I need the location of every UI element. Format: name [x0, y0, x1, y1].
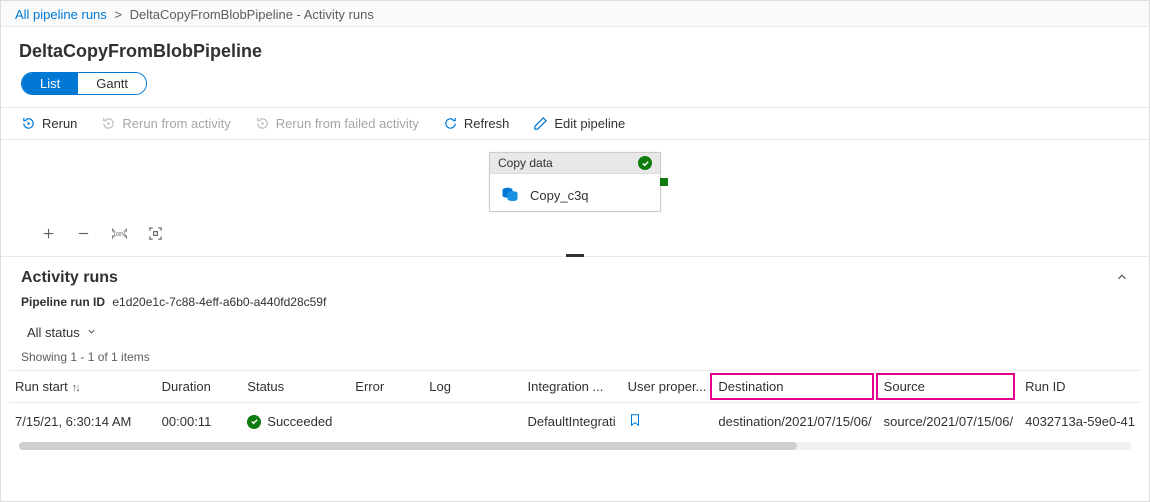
refresh-button[interactable]: Refresh [443, 116, 510, 131]
pipeline-node[interactable]: Copy data Copy_c3q [489, 152, 661, 212]
rerun-activity-icon [101, 116, 116, 131]
col-source[interactable]: Source [878, 371, 1019, 403]
bookmark-icon [628, 413, 642, 427]
node-body-label: Copy_c3q [530, 188, 589, 203]
cell-error [349, 403, 423, 441]
col-run-start[interactable]: Run start ↑↓ [9, 371, 156, 403]
cell-run-start: 7/15/21, 6:30:14 AM [9, 403, 156, 441]
result-counter: Showing 1 - 1 of 1 items [1, 350, 1149, 370]
table-row[interactable]: 7/15/21, 6:30:14 AM 00:00:11 Succeeded D… [9, 403, 1141, 441]
pipeline-canvas[interactable]: Copy data Copy_c3q [1, 140, 1149, 220]
tab-list[interactable]: List [22, 73, 78, 94]
rerun-from-failed-button: Rerun from failed activity [255, 116, 419, 131]
edit-icon [533, 116, 548, 131]
cell-status: Succeeded [241, 403, 349, 441]
refresh-icon [443, 116, 458, 131]
table-header-row: Run start ↑↓ Duration Status Error Log In… [9, 371, 1141, 403]
cell-log [423, 403, 521, 441]
refresh-label: Refresh [464, 116, 510, 131]
tab-gantt[interactable]: Gantt [78, 73, 146, 94]
success-icon [247, 415, 261, 429]
node-success-port [660, 178, 668, 186]
edit-pipeline-button[interactable]: Edit pipeline [533, 116, 625, 131]
zoom-reset-button[interactable]: 100% [111, 226, 128, 244]
node-header: Copy data [490, 153, 660, 174]
zoom-toolbar: 100% [1, 220, 1149, 257]
breadcrumb-separator: > [114, 7, 122, 22]
resize-handle[interactable] [566, 254, 584, 257]
rerun-icon [21, 116, 36, 131]
cell-integration: DefaultIntegrati [521, 403, 621, 441]
success-icon [638, 156, 652, 170]
col-destination[interactable]: Destination [712, 371, 877, 403]
rerun-label: Rerun [42, 116, 77, 131]
horizontal-scrollbar[interactable] [19, 442, 1131, 450]
rerun-from-activity-button: Rerun from activity [101, 116, 230, 131]
sort-icon: ↑↓ [72, 382, 79, 394]
col-log[interactable]: Log [423, 371, 521, 403]
scrollbar-thumb[interactable] [19, 442, 797, 450]
pipeline-run-id: Pipeline run ID e1d20e1c-7c88-4eff-a6b0-… [1, 291, 1149, 321]
col-user-props[interactable]: User proper... [622, 371, 713, 403]
activity-runs-table: Run start ↑↓ Duration Status Error Log In… [1, 370, 1149, 450]
col-duration[interactable]: Duration [156, 371, 242, 403]
node-body: Copy_c3q [490, 174, 660, 217]
rerun-button[interactable]: Rerun [21, 116, 77, 131]
zoom-in-button[interactable] [41, 226, 56, 244]
chevron-down-icon [86, 325, 97, 340]
col-integration[interactable]: Integration ... [521, 371, 621, 403]
rerun-failed-label: Rerun from failed activity [276, 116, 419, 131]
run-id-value: e1d20e1c-7c88-4eff-a6b0-a440fd28c59f [112, 295, 326, 309]
node-header-label: Copy data [498, 156, 553, 170]
breadcrumb-parent-link[interactable]: All pipeline runs [15, 7, 107, 22]
cell-duration: 00:00:11 [156, 403, 242, 441]
collapse-icon[interactable] [1115, 270, 1129, 287]
activity-runs-heading: Activity runs [21, 269, 118, 287]
status-filter[interactable]: All status [1, 321, 1149, 350]
cell-source: source/2021/07/15/06/ [878, 403, 1019, 441]
page-title: DeltaCopyFromBlobPipeline [1, 27, 1149, 72]
toolbar: Rerun Rerun from activity Rerun from fai… [1, 107, 1149, 140]
col-status[interactable]: Status [241, 371, 349, 403]
run-id-label: Pipeline run ID [21, 295, 105, 309]
cell-user-props[interactable] [622, 403, 713, 441]
zoom-fit-button[interactable] [148, 226, 163, 244]
svg-text:100%: 100% [113, 232, 126, 238]
rerun-failed-icon [255, 116, 270, 131]
cell-destination: destination/2021/07/15/06/ [712, 403, 877, 441]
status-filter-label: All status [27, 325, 80, 340]
breadcrumb: All pipeline runs > DeltaCopyFromBlobPip… [1, 1, 1149, 27]
cell-run-id: 4032713a-59e0-41 [1019, 403, 1141, 441]
breadcrumb-current: DeltaCopyFromBlobPipeline - Activity run… [130, 7, 374, 22]
zoom-out-button[interactable] [76, 226, 91, 244]
rerun-activity-label: Rerun from activity [122, 116, 230, 131]
view-tabs: List Gantt [21, 72, 147, 95]
edit-label: Edit pipeline [554, 116, 625, 131]
database-icon [500, 184, 520, 207]
status-text: Succeeded [267, 414, 332, 429]
col-run-start-label: Run start [15, 379, 68, 394]
col-run-id[interactable]: Run ID [1019, 371, 1141, 403]
col-error[interactable]: Error [349, 371, 423, 403]
